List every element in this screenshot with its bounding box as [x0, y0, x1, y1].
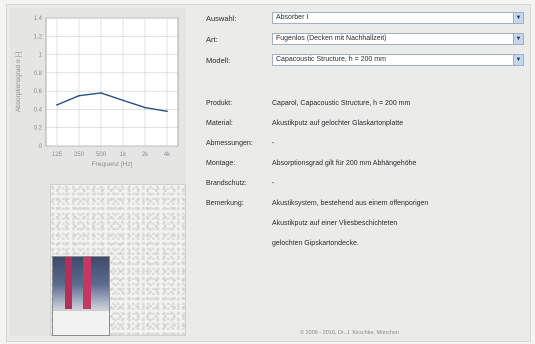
- y-tick-label: 0.8: [34, 71, 43, 77]
- form-row-auswahl: Auswahl: Absorber I ▼: [202, 12, 524, 26]
- data-point: [166, 110, 168, 113]
- data-point: [100, 92, 102, 94]
- select-value: Fugenlos (Decken mit Nachhallzeit): [276, 35, 387, 42]
- data-point: [144, 106, 146, 109]
- x-tick-label: 250: [74, 152, 85, 158]
- form-label: Art:: [206, 35, 218, 44]
- y-tick-label: 0.6: [34, 89, 43, 95]
- plot-area: [45, 17, 179, 147]
- info-value: -: [272, 180, 275, 187]
- y-axis-label: Absorptionsgrad α [-]: [15, 52, 22, 113]
- absorption-chart-svg: 0 0.2 0.4 0.6 0.8 1 1.2 1.4 125 250 500 1k 2k 4k Frequ…: [15, 16, 179, 168]
- info-value: gelochten Gipskartondecke.: [272, 240, 359, 247]
- info-label: Bemerkung:: [206, 200, 244, 207]
- y-tick-label: 1: [39, 53, 43, 59]
- info-label: Montage:: [206, 160, 236, 167]
- info-label: Brandschutz:: [206, 180, 247, 187]
- chevron-down-icon[interactable]: ▼: [513, 55, 523, 65]
- select-value: Capacoustic Structure, h = 200 mm: [276, 56, 386, 63]
- y-tick-label: 1.2: [34, 34, 43, 40]
- y-tick-label: 1.4: [34, 16, 43, 22]
- info-label: Material:: [206, 120, 233, 127]
- data-point: [78, 94, 80, 97]
- data-point: [122, 99, 124, 102]
- info-value: Akustikputz auf einer Vliesbeschichteten: [272, 220, 398, 227]
- copyright-footer: © 2006 - 2010, Dr. J. Kirschke, München: [300, 330, 400, 336]
- data-point: [56, 103, 58, 106]
- x-tick-label: 4k: [164, 152, 171, 158]
- select-value: Absorber I: [276, 14, 309, 21]
- info-value: Caparol, Capacoustic Structure, h = 200 …: [272, 100, 411, 107]
- x-tick-label: 500: [96, 152, 107, 158]
- y-tick-label: 0.2: [34, 126, 43, 132]
- modell-select[interactable]: Capacoustic Structure, h = 200 mm ▼: [272, 54, 524, 66]
- room-photo: [52, 256, 110, 336]
- info-value: Akustiksystem, bestehend aus einem offen…: [272, 200, 429, 207]
- x-tick-label: 2k: [142, 152, 149, 158]
- form-row-modell: Modell: Capacoustic Structure, h = 200 m…: [202, 54, 524, 68]
- form-label: Auswahl:: [206, 14, 237, 23]
- info-label: Produkt:: [206, 100, 233, 107]
- x-axis-label: Frequenz [Hz]: [92, 161, 133, 168]
- info-value: -: [272, 140, 275, 147]
- art-select[interactable]: Fugenlos (Decken mit Nachhallzeit) ▼: [272, 33, 524, 45]
- chevron-down-icon[interactable]: ▼: [513, 34, 523, 44]
- chevron-down-icon[interactable]: ▼: [513, 13, 523, 23]
- y-tick-label: 0: [39, 144, 43, 150]
- info-value: Absorptionsgrad gilt für 200 mm Abhängeh…: [272, 160, 417, 167]
- info-label: Abmessungen:: [206, 140, 253, 147]
- x-tick-label: 125: [52, 152, 63, 158]
- form-label: Modell:: [206, 56, 231, 65]
- absorption-chart: 0 0.2 0.4 0.6 0.8 1 1.2 1.4 125 250 500 1k 2k 4k Frequ…: [10, 8, 186, 174]
- form-row-art: Art: Fugenlos (Decken mit Nachhallzeit) …: [202, 33, 524, 47]
- auswahl-select[interactable]: Absorber I ▼: [272, 12, 524, 24]
- left-panel: 0 0.2 0.4 0.6 0.8 1 1.2 1.4 125 250 500 1k 2k 4k Frequ…: [10, 8, 186, 336]
- y-tick-label: 0.4: [34, 107, 43, 113]
- info-value: Akustikputz auf gelochter Glaskartonplat…: [272, 120, 404, 127]
- x-tick-label: 1k: [120, 152, 127, 158]
